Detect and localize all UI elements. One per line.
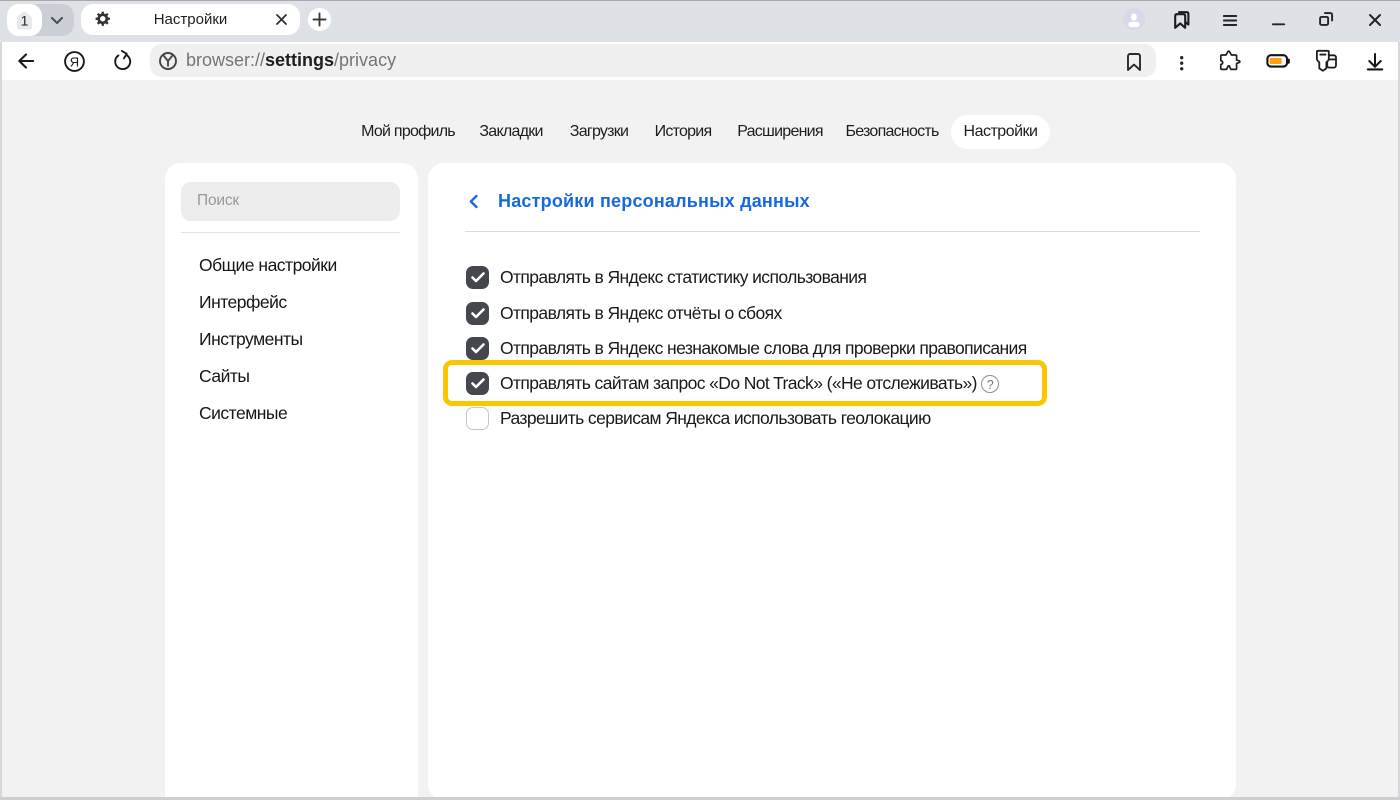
svg-text:Я: Я [70,54,79,69]
svg-text:1: 1 [21,12,29,28]
